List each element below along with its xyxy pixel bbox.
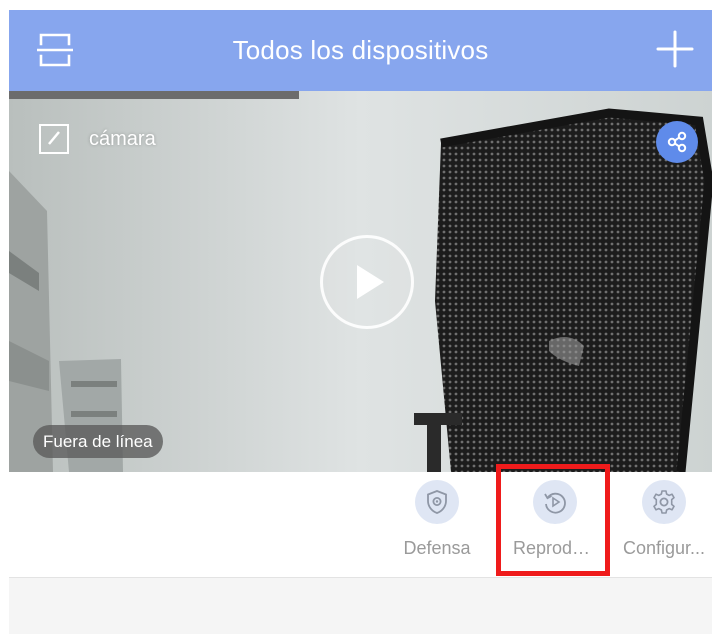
edit-icon[interactable]	[39, 124, 69, 154]
shield-icon	[415, 480, 459, 524]
list-background	[9, 578, 712, 634]
top-bar: Todos los dispositivos	[9, 10, 712, 91]
device-name-row[interactable]: cámara	[39, 124, 156, 154]
scan-icon[interactable]	[36, 30, 74, 70]
settings-button[interactable]: Configur...	[622, 480, 706, 572]
status-badge: Fuera de línea	[33, 425, 163, 458]
camera-preview[interactable]: cámara Fuera de línea	[9, 91, 712, 472]
gear-icon	[642, 480, 686, 524]
plus-icon[interactable]	[656, 30, 694, 68]
device-name: cámara	[89, 127, 156, 150]
settings-label: Configur...	[622, 538, 706, 558]
share-icon[interactable]	[656, 121, 698, 163]
page-title: Todos los dispositivos	[232, 35, 489, 65]
app-screen: Todos los dispositivos cámara Fuera de l…	[0, 0, 719, 634]
highlight-box	[496, 464, 610, 576]
play-icon[interactable]	[320, 235, 414, 329]
defense-label: Defensa	[403, 538, 471, 558]
defense-button[interactable]: Defensa	[397, 480, 477, 572]
